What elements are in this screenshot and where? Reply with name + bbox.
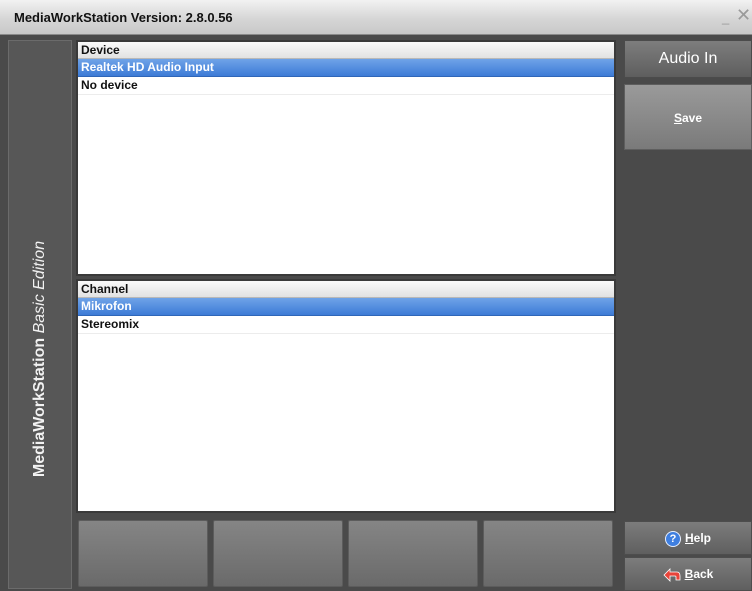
help-icon: ?	[664, 530, 681, 547]
save-mnemonic: S	[673, 111, 682, 125]
sidebar-brand: MediaWorkStation Basic Edition	[31, 241, 49, 477]
help-mnemonic: H	[684, 531, 694, 545]
panel-title: Audio In	[624, 40, 752, 78]
help-label: elp	[693, 531, 711, 545]
device-header: Device	[78, 42, 614, 59]
edition-label: Basic Edition	[31, 240, 48, 334]
save-button[interactable]: Save	[624, 84, 752, 150]
bottom-button-1[interactable]	[78, 520, 208, 587]
brand-name: MediaWorkStation	[31, 337, 48, 478]
title-bar: MediaWorkStation Version: 2.8.0.56 _ ✕	[0, 0, 752, 35]
help-button[interactable]: ? Help	[624, 521, 752, 555]
sidebar: MediaWorkStation Basic Edition	[8, 40, 72, 589]
back-button[interactable]: Back	[624, 557, 752, 591]
bottom-button-row	[78, 520, 618, 587]
bottom-button-3[interactable]	[348, 520, 478, 587]
device-list: Device Realtek HD Audio Input No device	[76, 40, 616, 276]
device-item-no-device[interactable]: No device	[78, 77, 614, 95]
back-mnemonic: B	[684, 567, 694, 581]
back-arrow-icon	[663, 567, 681, 582]
device-item-realtek[interactable]: Realtek HD Audio Input	[78, 59, 614, 77]
minimize-icon[interactable]: _	[722, 10, 729, 25]
channel-item-stereomix[interactable]: Stereomix	[78, 316, 614, 334]
channel-header: Channel	[78, 281, 614, 298]
save-label: ave	[681, 111, 703, 125]
window-title: MediaWorkStation Version: 2.8.0.56	[14, 10, 233, 25]
bottom-button-2[interactable]	[213, 520, 343, 587]
channel-list: Channel Mikrofon Stereomix	[76, 279, 616, 513]
back-label: ack	[693, 567, 714, 581]
close-icon[interactable]: ✕	[736, 6, 751, 24]
bottom-button-4[interactable]	[483, 520, 613, 587]
channel-item-mikrofon[interactable]: Mikrofon	[78, 298, 614, 316]
right-column: Audio In Save ? Help Back	[624, 40, 752, 591]
